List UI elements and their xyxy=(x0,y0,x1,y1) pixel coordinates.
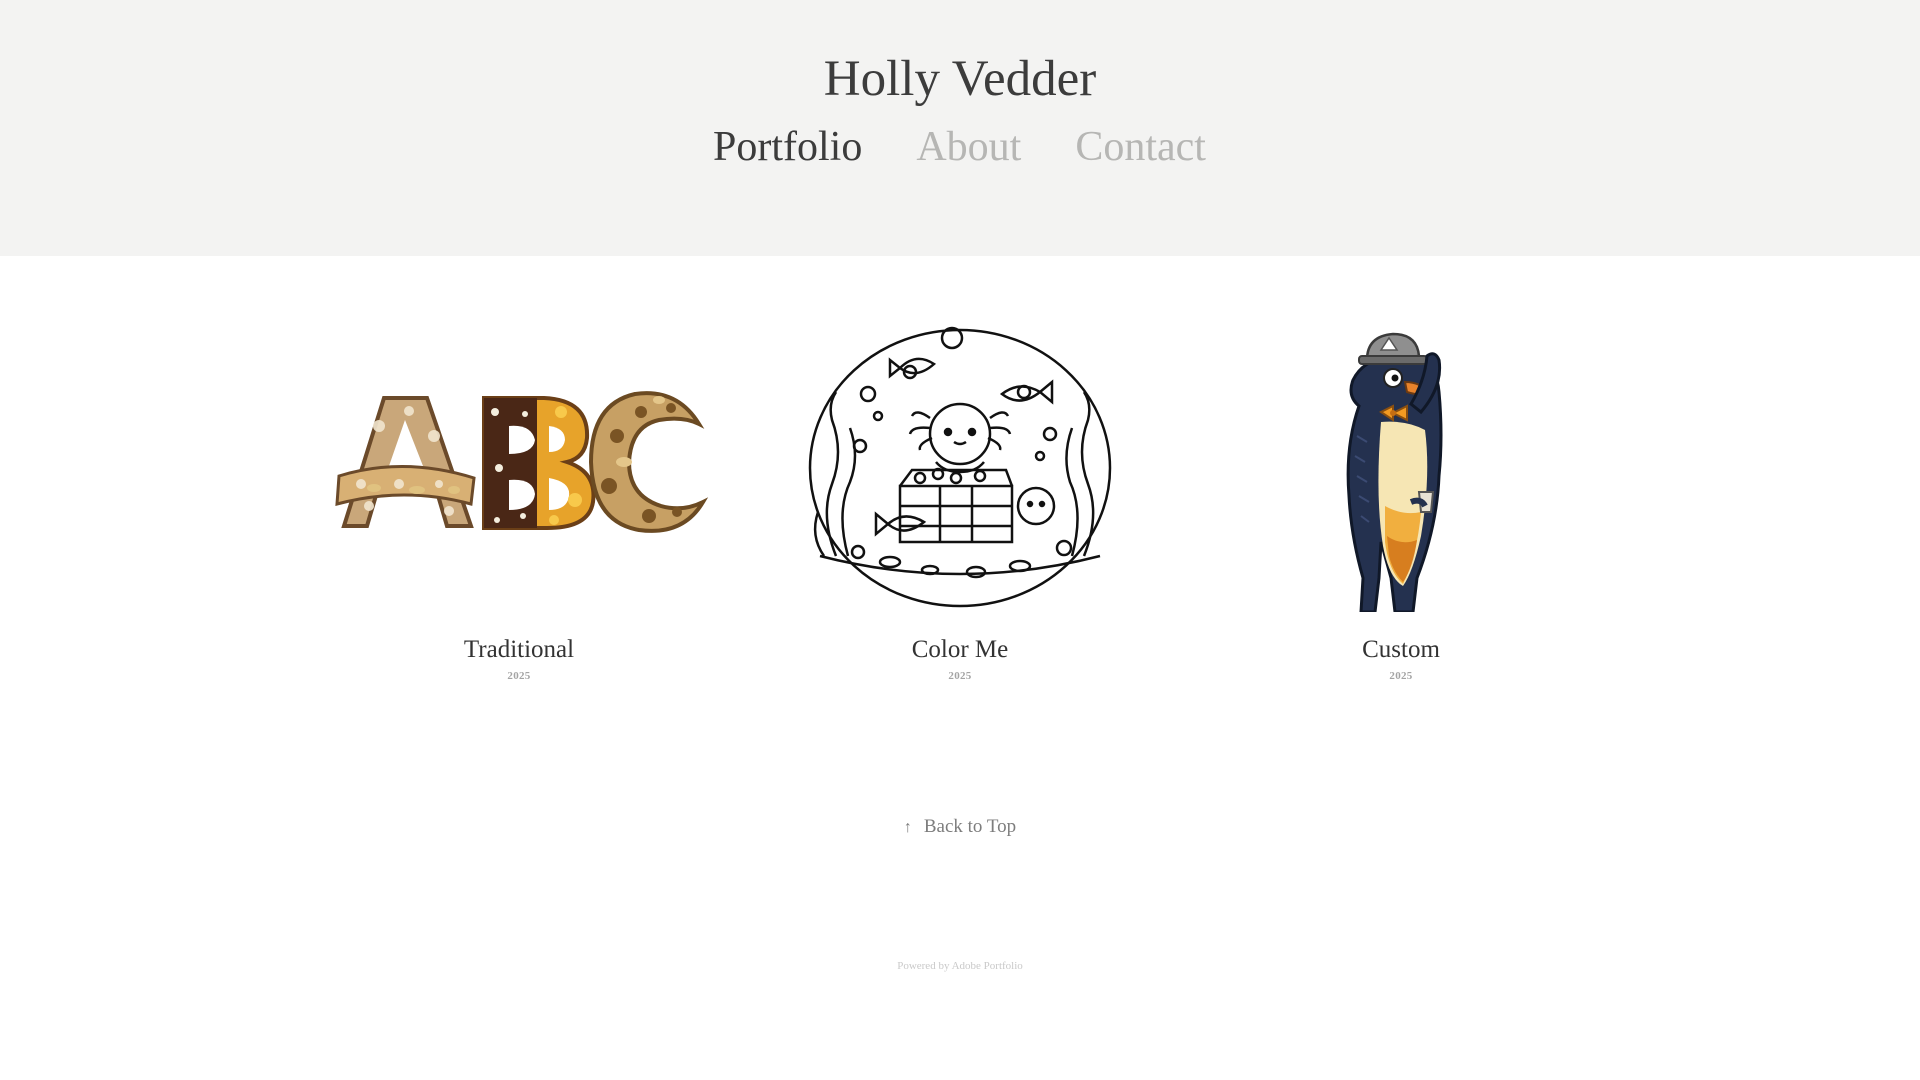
project-card-color-me[interactable]: Color Me 2025 xyxy=(740,316,1180,682)
arrow-up-icon: ↑ xyxy=(903,819,912,836)
project-year: 2025 xyxy=(948,670,972,682)
project-title: Traditional xyxy=(463,636,575,663)
footer-powered-by[interactable]: Powered by Adobe Portfolio xyxy=(0,960,1920,972)
site-title-link[interactable]: Holly Vedder xyxy=(0,48,1920,110)
back-to-top-link[interactable]: ↑ Back to Top xyxy=(0,816,1920,838)
penguin-illustration xyxy=(1346,332,1443,612)
back-to-top-label: Back to Top xyxy=(923,816,1017,837)
nav-about[interactable]: About xyxy=(916,118,1021,176)
axolotl-treasure-coloring-page xyxy=(808,326,1112,608)
project-title: Color Me xyxy=(911,636,1009,663)
project-year: 2025 xyxy=(1389,670,1413,682)
project-year: 2025 xyxy=(507,670,531,682)
project-title: Custom xyxy=(1362,636,1440,663)
project-card-custom[interactable]: Custom 2025 xyxy=(1181,316,1621,682)
main-nav: Portfolio About Contact xyxy=(0,118,1920,176)
nav-contact[interactable]: Contact xyxy=(1075,118,1206,176)
site-header: Holly Vedder Portfolio About Contact xyxy=(0,0,1920,256)
nav-portfolio[interactable]: Portfolio xyxy=(713,118,862,176)
project-card-traditional[interactable]: Traditional 2025 xyxy=(299,316,739,682)
abc-food-letters-illustration xyxy=(335,391,709,533)
